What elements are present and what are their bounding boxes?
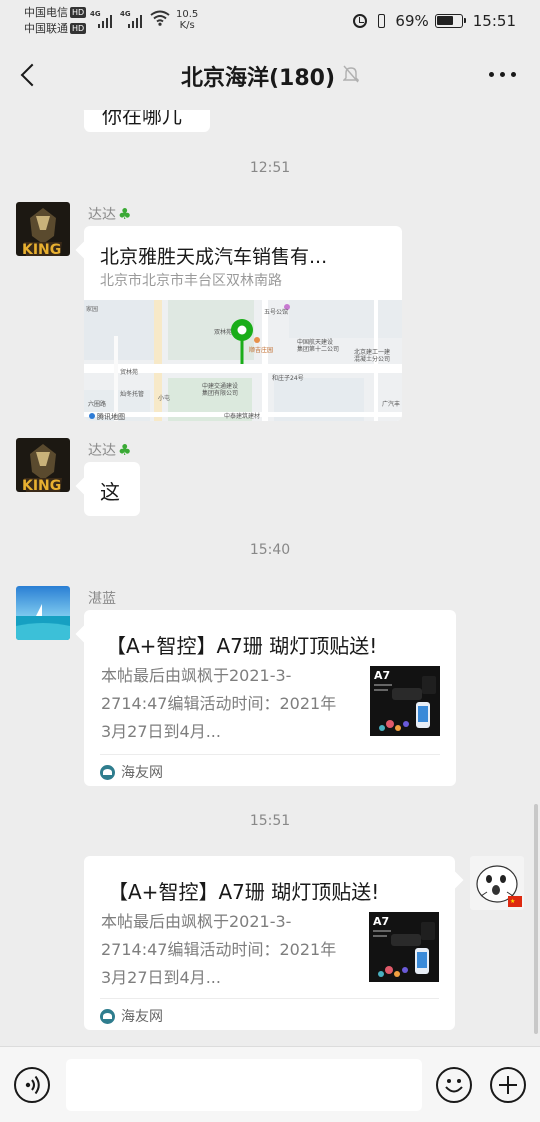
chat-scrollbar[interactable] bbox=[534, 804, 538, 1034]
message-bubble-partial[interactable]: 你在哪儿 bbox=[84, 110, 210, 132]
chat-title: 北京海洋(180) bbox=[180, 66, 336, 91]
map-label: 混凝土分公司 bbox=[354, 355, 390, 363]
map-label: 集团有限公司 bbox=[202, 389, 238, 397]
map-label: 中泰建筑建材 bbox=[224, 412, 260, 420]
map-provider-label: 腾讯地图 bbox=[97, 412, 125, 421]
message-composer bbox=[0, 1046, 540, 1122]
emoji-button[interactable] bbox=[436, 1067, 472, 1103]
plus-icon bbox=[499, 1076, 517, 1094]
sender-name-text-2: 达达 bbox=[88, 443, 116, 459]
speed-value: 10.5 bbox=[176, 9, 199, 20]
more-actions-button[interactable] bbox=[490, 1067, 526, 1103]
map-label: 双林苑 bbox=[214, 328, 232, 336]
chat-title-bar: 北京海洋(180) bbox=[0, 42, 540, 110]
network-speed: 10.5 K/s bbox=[176, 9, 198, 31]
link-card-source-name: 海友网 bbox=[121, 1009, 163, 1025]
link-card-divider bbox=[100, 998, 439, 999]
more-options-button[interactable] bbox=[489, 72, 516, 77]
svg-text:★: ★ bbox=[510, 898, 515, 905]
timestamp-2: 15:40 bbox=[249, 542, 291, 558]
sender-name-dada-2: 达达 ♣ bbox=[88, 440, 131, 460]
voice-icon bbox=[25, 1075, 40, 1095]
message-text-2: 这 bbox=[100, 480, 120, 504]
link-card-source: 海友网 bbox=[100, 762, 163, 782]
battery-icon bbox=[434, 14, 466, 28]
svg-text:KING: KING bbox=[22, 242, 61, 256]
avatar-zhanlan[interactable] bbox=[16, 586, 70, 640]
link-card-source: 海友网 bbox=[100, 1006, 163, 1026]
clover-icon: ♣ bbox=[118, 441, 132, 459]
map-label: 中国航天建设 bbox=[297, 338, 333, 346]
sender-name-text-3: 湛蓝 bbox=[88, 591, 116, 607]
carrier-2: 中国联通 HD bbox=[24, 22, 87, 36]
map-label: 集团第十二公司 bbox=[297, 345, 339, 353]
thumb-label: A7 bbox=[373, 915, 389, 928]
map-label: 小屯 bbox=[158, 394, 170, 402]
map-label: 北京建工一建 bbox=[354, 348, 390, 356]
alarm-icon bbox=[353, 14, 368, 28]
sender-name-dada-1: 达达 ♣ bbox=[88, 204, 131, 224]
map-label: 五号公馆 bbox=[264, 308, 288, 316]
thumb-label: A7 bbox=[374, 669, 390, 682]
avatar-dada-2[interactable]: KING bbox=[16, 438, 70, 492]
chat-area[interactable]: 你在哪儿 12:51 KING 达达 ♣ 北京雅胜天成汽车销售有... 北京市北京… bbox=[0, 110, 540, 1046]
hd-badge-2: HD bbox=[70, 23, 87, 34]
map-label: 家园 bbox=[86, 305, 98, 313]
map-label: 中建交通建设 bbox=[202, 382, 238, 390]
location-title: 北京雅胜天成汽车销售有... bbox=[100, 246, 328, 268]
location-address: 北京市北京市丰台区双林南路 bbox=[100, 273, 282, 289]
map-label: 灿冬托管 bbox=[120, 390, 144, 398]
link-card-message-3[interactable]: 【A+智控】A7珊 瑚灯顶贴送! 本帖最后由飒枫于2021-3-2714:47编… bbox=[84, 610, 456, 786]
avatar-dada[interactable]: KING bbox=[16, 202, 70, 256]
wifi-icon bbox=[150, 10, 170, 26]
source-logo-icon bbox=[100, 764, 115, 780]
hd-badge-1: HD bbox=[70, 7, 87, 18]
timestamp-1: 12:51 bbox=[249, 160, 291, 176]
link-card-title: 【A+智控】A7珊 瑚灯顶贴送! bbox=[108, 880, 380, 904]
mute-bell-icon bbox=[343, 65, 360, 83]
carrier-1-name: 中国电信 bbox=[24, 6, 68, 19]
location-message-card[interactable]: 北京雅胜天成汽车销售有... 北京市北京市丰台区双林南路 家园 双林苑 五号公馆… bbox=[84, 226, 402, 421]
link-card-message-4[interactable]: 【A+智控】A7珊 瑚灯顶贴送! 本帖最后由飒枫于2021-3-2714:47编… bbox=[84, 856, 455, 1030]
carrier-1: 中国电信 HD bbox=[24, 6, 87, 20]
sender-name-text-1: 达达 bbox=[88, 207, 116, 223]
status-clock: 15:51 bbox=[472, 12, 516, 30]
message-bubble-2[interactable]: 这 bbox=[84, 462, 140, 516]
map-label: 广汽丰 bbox=[382, 400, 400, 408]
map-label: 和庄子24号 bbox=[272, 374, 304, 382]
link-card-source-name: 海友网 bbox=[121, 765, 163, 781]
link-card-description: 本帖最后由飒枫于2021-3-2714:47编辑活动时间：2021年3月27日到… bbox=[101, 912, 337, 987]
emoji-icon bbox=[445, 1079, 463, 1093]
clover-icon: ♣ bbox=[118, 205, 132, 223]
link-card-title: 【A+智控】A7珊 瑚灯顶贴送! bbox=[106, 634, 378, 658]
vibrate-icon bbox=[373, 13, 389, 29]
map-label: 顺吉庄园 bbox=[249, 346, 273, 354]
battery-percent: 69% bbox=[395, 12, 429, 30]
voice-input-button[interactable] bbox=[14, 1067, 50, 1103]
svg-text:KING: KING bbox=[22, 478, 61, 492]
message-text-partial: 你在哪儿 bbox=[102, 110, 182, 128]
link-card-thumbnail: A7 bbox=[369, 912, 439, 982]
link-card-thumbnail: A7 bbox=[370, 666, 440, 736]
map-label: 六圈路 bbox=[88, 400, 106, 408]
link-card-divider bbox=[100, 754, 440, 755]
carrier-2-name: 中国联通 bbox=[24, 22, 68, 35]
avatar-self[interactable]: ★ bbox=[470, 856, 524, 910]
source-logo-icon bbox=[100, 1008, 115, 1024]
message-input[interactable] bbox=[66, 1059, 422, 1111]
sender-name-zhanlan: 湛蓝 bbox=[88, 588, 116, 608]
link-card-description: 本帖最后由飒枫于2021-3-2714:47编辑活动时间：2021年3月27日到… bbox=[101, 666, 337, 741]
speed-unit: K/s bbox=[179, 20, 195, 31]
location-map[interactable]: 家园 双林苑 五号公馆 顺吉庄园 中国航天建设 集团第十二公司 北京建工一建 混… bbox=[84, 300, 402, 421]
timestamp-3: 15:51 bbox=[249, 813, 291, 829]
status-bar: 中国电信 HD 中国联通 HD 4G 4G 10.5 K/s 69% 15:51 bbox=[0, 0, 540, 42]
map-label: 贸林苑 bbox=[120, 368, 138, 376]
